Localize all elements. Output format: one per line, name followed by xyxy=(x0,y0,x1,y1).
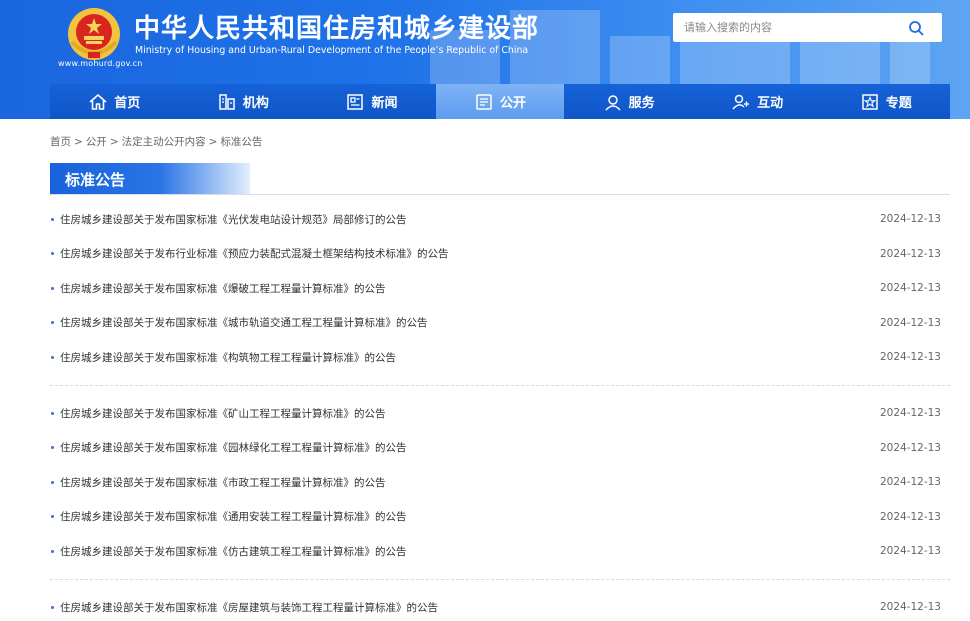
list-item-date: 2024-12-13 xyxy=(879,351,941,364)
list-item[interactable]: 住房城乡建设部关于发布国家标准《市政工程工程量计算标准》的公告 2024-12-… xyxy=(50,465,950,500)
news-icon xyxy=(345,92,365,112)
list-item[interactable]: 住房城乡建设部关于发布国家标准《城市轨道交通工程工程量计算标准》的公告 2024… xyxy=(50,306,950,341)
nav-item-home[interactable]: 首页 xyxy=(50,84,179,119)
list-item[interactable]: 住房城乡建设部关于发布行业标准《预应力装配式混凝土框架结构技术标准》的公告 20… xyxy=(50,237,950,272)
nav-item-news[interactable]: 新闻 xyxy=(307,84,436,119)
list-item[interactable]: 住房城乡建设部关于发布国家标准《通用安装工程工程量计算标准》的公告 2024-1… xyxy=(50,500,950,535)
nav-label: 机构 xyxy=(242,96,269,111)
search-button[interactable] xyxy=(896,15,936,40)
list-item-title[interactable]: 住房城乡建设部关于发布国家标准《构筑物工程工程量计算标准》的公告 xyxy=(60,350,396,365)
site-title-en: Ministry of Housing and Urban-Rural Deve… xyxy=(135,45,529,56)
site-url: www.mohurd.gov.cn xyxy=(58,59,143,68)
list-item-title[interactable]: 住房城乡建设部关于发布国家标准《光伏发电站设计规范》局部修订的公告 xyxy=(60,212,407,227)
search-box xyxy=(673,13,942,42)
public-icon xyxy=(474,92,494,112)
nav-label: 新闻 xyxy=(371,96,398,111)
list-item-title[interactable]: 住房城乡建设部关于发布国家标准《房屋建筑与装饰工程工程量计算标准》的公告 xyxy=(60,600,438,615)
breadcrumb: 首页 > 公开 > 法定主动公开内容 > 标准公告 xyxy=(50,134,262,149)
list-item-date: 2024-12-13 xyxy=(879,441,941,454)
list-item-date: 2024-12-13 xyxy=(879,476,941,489)
nav-item-service[interactable]: 服务 xyxy=(564,84,693,119)
bullet-dot-icon xyxy=(51,217,54,221)
bullet-dot-icon xyxy=(51,252,54,256)
bullet-dot-icon xyxy=(51,355,54,359)
announcement-list-group-1: 住房城乡建设部关于发布国家标准《光伏发电站设计规范》局部修订的公告 2024-1… xyxy=(50,202,950,375)
list-item-date: 2024-12-13 xyxy=(879,601,941,614)
bullet-dot-icon xyxy=(51,286,54,290)
nav-label: 公开 xyxy=(500,96,527,111)
topic-icon xyxy=(860,92,880,112)
list-item-title[interactable]: 住房城乡建设部关于发布国家标准《市政工程工程量计算标准》的公告 xyxy=(60,475,386,490)
breadcrumb-public[interactable]: 公开 xyxy=(86,136,107,148)
list-item-title[interactable]: 住房城乡建设部关于发布国家标准《园林绿化工程工程量计算标准》的公告 xyxy=(60,440,407,455)
bullet-dot-icon xyxy=(51,480,54,484)
site-title-cn: 中华人民共和国住房和城乡建设部 xyxy=(134,14,540,44)
list-item[interactable]: 住房城乡建设部关于发布国家标准《构筑物工程工程量计算标准》的公告 2024-12… xyxy=(50,340,950,375)
search-icon xyxy=(909,20,924,35)
list-item-date: 2024-12-13 xyxy=(879,545,941,558)
list-item-title[interactable]: 住房城乡建设部关于发布国家标准《矿山工程工程量计算标准》的公告 xyxy=(60,406,386,421)
list-item-date: 2024-12-13 xyxy=(879,510,941,523)
list-item-date: 2024-12-13 xyxy=(879,282,941,295)
nav-label: 互动 xyxy=(757,96,784,111)
section-title: 标准公告 xyxy=(65,171,126,189)
breadcrumb-separator: > xyxy=(109,136,119,148)
breadcrumb-home[interactable]: 首页 xyxy=(50,136,71,148)
list-item-title[interactable]: 住房城乡建设部关于发布国家标准《城市轨道交通工程工程量计算标准》的公告 xyxy=(60,315,428,330)
bullet-dot-icon xyxy=(51,515,54,519)
list-item[interactable]: 住房城乡建设部关于发布国家标准《仿古建筑工程工程量计算标准》的公告 2024-1… xyxy=(50,534,950,569)
list-item[interactable]: 住房城乡建设部关于发布国家标准《爆破工程工程量计算标准》的公告 2024-12-… xyxy=(50,271,950,306)
nav-item-org[interactable]: 机构 xyxy=(178,84,308,119)
list-item-title[interactable]: 住房城乡建设部关于发布国家标准《仿古建筑工程工程量计算标准》的公告 xyxy=(60,544,407,559)
list-item-title[interactable]: 住房城乡建设部关于发布国家标准《爆破工程工程量计算标准》的公告 xyxy=(60,281,386,296)
list-item-title[interactable]: 住房城乡建设部关于发布行业标准《预应力装配式混凝土框架结构技术标准》的公告 xyxy=(60,246,449,261)
list-item-date: 2024-12-13 xyxy=(879,407,941,420)
nav-item-interact[interactable]: 互动 xyxy=(692,84,822,119)
nav-item-public[interactable]: 公开 xyxy=(435,84,565,119)
nav-item-topic[interactable]: 专题 xyxy=(821,84,951,119)
org-icon xyxy=(217,92,237,112)
nav-label: 服务 xyxy=(628,96,655,111)
bullet-dot-icon xyxy=(51,549,54,553)
list-item-date: 2024-12-13 xyxy=(879,247,941,260)
search-input[interactable] xyxy=(673,13,897,42)
list-item[interactable]: 住房城乡建设部关于发布国家标准《房屋建筑与装饰工程工程量计算标准》的公告 202… xyxy=(50,590,950,621)
breadcrumb-statutory-content[interactable]: 法定主动公开内容 xyxy=(122,136,206,148)
nav-label: 首页 xyxy=(114,96,141,111)
breadcrumb-standard-announcements[interactable]: 标准公告 xyxy=(220,136,262,148)
breadcrumb-separator: > xyxy=(208,136,218,148)
announcement-list-group-2: 住房城乡建设部关于发布国家标准《矿山工程工程量计算标准》的公告 2024-12-… xyxy=(50,396,950,569)
list-item[interactable]: 住房城乡建设部关于发布国家标准《园林绿化工程工程量计算标准》的公告 2024-1… xyxy=(50,431,950,466)
breadcrumb-separator: > xyxy=(74,136,83,148)
list-item[interactable]: 住房城乡建设部关于发布国家标准《光伏发电站设计规范》局部修订的公告 2024-1… xyxy=(50,202,950,237)
interact-icon xyxy=(731,92,751,112)
main-nav: 首页 机构 新闻 公开 服务 互动 专题 xyxy=(50,84,951,119)
announcement-list-group-3: 住房城乡建设部关于发布国家标准《房屋建筑与装饰工程工程量计算标准》的公告 202… xyxy=(50,590,950,621)
list-item-date: 2024-12-13 xyxy=(879,213,941,226)
list-item-date: 2024-12-13 xyxy=(879,316,941,329)
bullet-dot-icon xyxy=(51,411,54,415)
group-divider xyxy=(50,385,950,386)
section-divider xyxy=(50,194,950,195)
list-item-title[interactable]: 住房城乡建设部关于发布国家标准《通用安装工程工程量计算标准》的公告 xyxy=(60,509,407,524)
home-icon xyxy=(88,92,108,112)
bullet-dot-icon xyxy=(51,605,54,609)
nav-label: 专题 xyxy=(885,96,912,111)
national-emblem-icon xyxy=(68,8,120,60)
list-item[interactable]: 住房城乡建设部关于发布国家标准《矿山工程工程量计算标准》的公告 2024-12-… xyxy=(50,396,950,431)
group-divider xyxy=(50,579,950,580)
bullet-dot-icon xyxy=(51,321,54,325)
bullet-dot-icon xyxy=(51,446,54,450)
service-icon xyxy=(603,92,623,112)
